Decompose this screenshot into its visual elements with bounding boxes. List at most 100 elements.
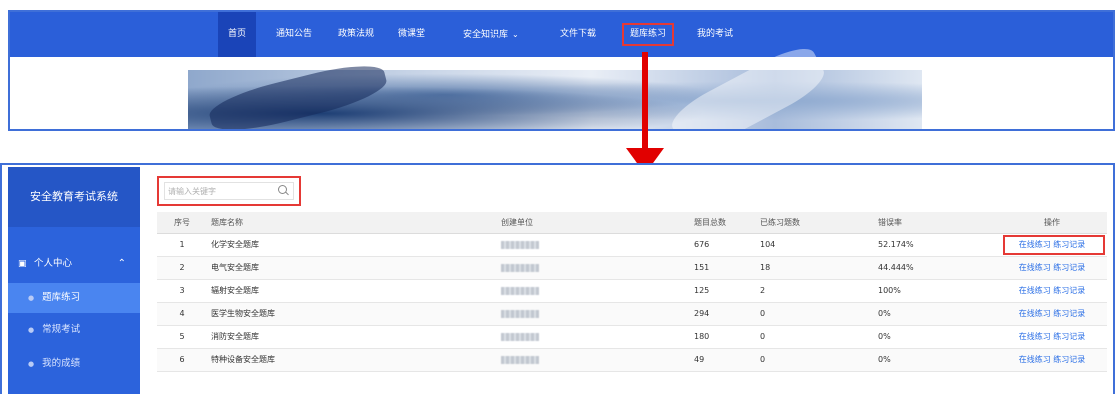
creator-unit [497,233,690,257]
online-practice-link[interactable]: 在线练习 [1019,332,1051,341]
actions-cell: 在线练习 练习记录 [997,348,1107,372]
user-group-icon: ▣ [18,259,27,269]
top-navigation-bar: 首页 通知公告 政策法规 微课堂 安全知识库 ⌄ 文件下载 题库练习 我的考试 [10,12,1113,57]
bullet-icon: ● [28,294,35,302]
total-questions: 125 [690,279,756,303]
nav-notices[interactable]: 通知公告 [266,12,322,57]
row-index: 4 [157,302,207,326]
column-header: 序号 [157,212,207,234]
search-highlight-box [157,176,301,206]
row-index: 6 [157,348,207,372]
total-questions: 676 [690,233,756,257]
sidebar-item-regular-exam[interactable]: ● 常规考试 [8,315,140,345]
redacted-text [501,240,539,249]
total-questions: 49 [690,348,756,372]
red-arrow-shaft [642,52,648,152]
total-questions: 151 [690,256,756,280]
practice-record-link[interactable]: 练习记录 [1053,263,1085,272]
error-rate: 44.444% [874,256,997,280]
creator-unit [497,325,690,349]
practice-record-link[interactable]: 练习记录 [1053,355,1085,364]
practice-record-link[interactable]: 练习记录 [1053,286,1085,295]
chevron-up-icon: ⌃ [117,258,126,269]
online-practice-link[interactable]: 在线练习 [1019,355,1051,364]
row-index: 2 [157,256,207,280]
error-rate: 0% [874,325,997,349]
row-index: 3 [157,279,207,303]
online-practice-link[interactable]: 在线练习 [1019,286,1051,295]
bullet-icon: ● [28,326,35,334]
redacted-text [501,286,539,295]
online-practice-link[interactable]: 在线练习 [1019,263,1051,272]
practiced-count: 104 [756,233,874,257]
practice-record-link[interactable]: 练习记录 [1053,309,1085,318]
table-header-row: 序号 题库名称 创建单位 题目总数 已练习题数 错误率 操作 [157,212,1107,234]
creator-unit [497,348,690,372]
sidebar-group-personal-center[interactable]: ▣ 个人中心 ⌃ [8,250,140,278]
row-index: 1 [157,233,207,257]
redacted-text [501,309,539,318]
nav-downloads[interactable]: 文件下载 [550,12,606,57]
main-content: 序号 题库名称 创建单位 题目总数 已练习题数 错误率 操作 1 化学安全题库 … [151,167,1113,394]
nav-question-bank-practice[interactable]: 题库练习 [620,12,676,57]
sidebar: 安全教育考试系统 ▣ 个人中心 ⌃ ● 题库练习 ● 常规考试 ● 我的成绩 [8,167,140,394]
website-screenshot: 首页 通知公告 政策法规 微课堂 安全知识库 ⌄ 文件下载 题库练习 我的考试 [8,10,1115,131]
table-row: 3 辐射安全题库 125 2 100% 在线练习 练习记录 [157,279,1107,303]
online-practice-link[interactable]: 在线练习 [1019,309,1051,318]
row-index: 5 [157,325,207,349]
search-input[interactable] [168,183,268,199]
total-questions: 294 [690,302,756,326]
chevron-down-icon: ⌄ [512,30,519,39]
column-header: 题库名称 [207,212,497,234]
error-rate: 52.174% [874,233,997,257]
table-row: 5 消防安全题库 180 0 0% 在线练习 练习记录 [157,325,1107,349]
banner-area [10,39,1113,129]
creator-unit [497,302,690,326]
practice-record-link[interactable]: 练习记录 [1053,240,1085,249]
column-header: 已练习题数 [756,212,874,234]
online-practice-link[interactable]: 在线练习 [1019,240,1051,249]
actions-cell: 在线练习 练习记录 [997,233,1107,257]
bank-name: 化学安全题库 [207,233,497,257]
redacted-text [501,332,539,341]
practiced-count: 0 [756,325,874,349]
actions-cell: 在线练习 练习记录 [997,256,1107,280]
table-row: 4 医学生物安全题库 294 0 0% 在线练习 练习记录 [157,302,1107,326]
error-rate: 0% [874,348,997,372]
exam-system-screenshot: 安全教育考试系统 ▣个人中心 ⌃ ●题库练习 ●常规考试 ●我的成绩 序号 题库… [0,163,1115,394]
nav-safety-knowledge[interactable]: 安全知识库 ⌄ [453,12,529,57]
actions-cell: 在线练习 练习记录 [997,325,1107,349]
column-header: 操作 [997,212,1107,234]
total-questions: 180 [690,325,756,349]
banner-image [188,39,922,129]
column-header: 错误率 [874,212,997,234]
nav-policies[interactable]: 政策法规 [328,12,384,57]
bullet-icon: ● [28,360,35,368]
system-title: 安全教育考试系统 [8,167,140,227]
redacted-text [501,263,539,272]
banner-decoration [205,56,391,129]
actions-cell: 在线练习 练习记录 [997,279,1107,303]
nav-my-exams[interactable]: 我的考试 [687,12,743,57]
search-icon[interactable] [278,185,287,194]
bank-name: 特种设备安全题库 [207,348,497,372]
practiced-count: 18 [756,256,874,280]
practice-record-link[interactable]: 练习记录 [1053,332,1085,341]
redacted-text [501,355,539,364]
creator-unit [497,279,690,303]
nav-home[interactable]: 首页 [218,12,257,57]
nav-micro-class[interactable]: 微课堂 [388,12,435,57]
bank-name: 电气安全题库 [207,256,497,280]
practiced-count: 0 [756,302,874,326]
table-row: 1 化学安全题库 676 104 52.174% 在线练习 练习记录 [157,233,1107,257]
actions-cell: 在线练习 练习记录 [997,302,1107,326]
table-row: 2 电气安全题库 151 18 44.444% 在线练习 练习记录 [157,256,1107,280]
sidebar-item-my-scores[interactable]: ● 我的成绩 [8,349,140,379]
sidebar-item-question-bank-practice[interactable]: ● 题库练习 [8,283,140,313]
search-bar [164,182,294,200]
bank-name: 医学生物安全题库 [207,302,497,326]
bank-name: 消防安全题库 [207,325,497,349]
column-header: 创建单位 [497,212,690,234]
bank-name: 辐射安全题库 [207,279,497,303]
practiced-count: 0 [756,348,874,372]
